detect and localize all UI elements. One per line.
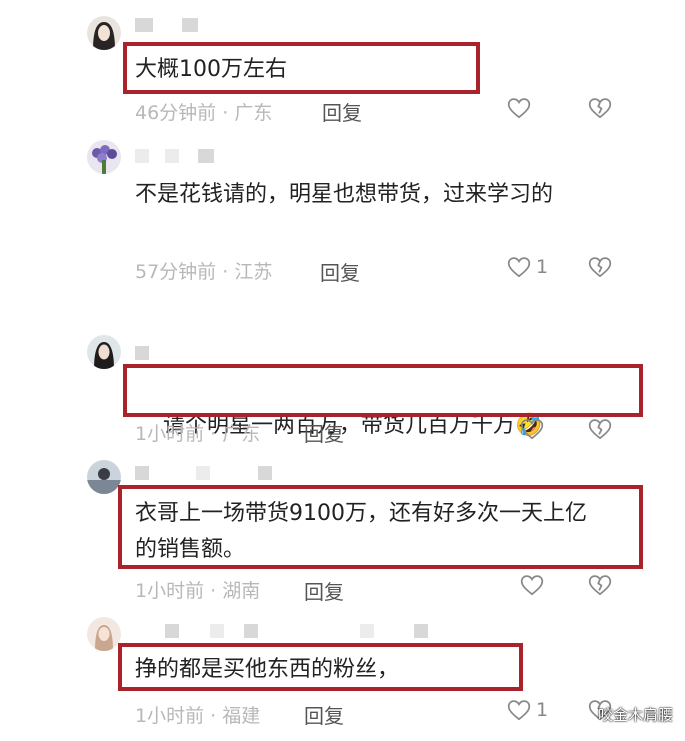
- dislike-button[interactable]: [587, 572, 613, 598]
- watermark: 咬金木肩腰: [597, 706, 673, 724]
- username-blurred: [244, 624, 258, 638]
- broken-heart-icon: [588, 575, 612, 596]
- heart-icon: [520, 575, 544, 596]
- username-blurred: [135, 18, 153, 32]
- username-blurred: [135, 149, 149, 163]
- highlight-box: [118, 643, 523, 691]
- heart-icon: [520, 419, 544, 440]
- username-blurred: [360, 624, 374, 638]
- heart-icon: [507, 700, 531, 721]
- broken-heart-icon: [588, 257, 612, 278]
- username-blurred: [135, 346, 149, 360]
- username-blurred: [165, 149, 179, 163]
- comment-meta: 57分钟前 · 江苏: [135, 261, 273, 283]
- highlight-box: [123, 42, 480, 94]
- highlight-box: [118, 485, 643, 569]
- comment-meta: 1小时前 · 湖南: [135, 580, 261, 602]
- avatar[interactable]: [87, 460, 121, 494]
- comment-meta: 1小时前 · 福建: [135, 705, 261, 727]
- username-blurred: [182, 18, 198, 32]
- comment-text: 不是花钱请的，明星也想带货，过来学习的: [135, 182, 554, 207]
- broken-heart-icon: [588, 98, 612, 119]
- reply-button[interactable]: 回复: [304, 576, 344, 605]
- like-button[interactable]: 1: [506, 254, 548, 280]
- dislike-button[interactable]: [587, 95, 613, 121]
- avatar[interactable]: [87, 617, 121, 651]
- username-blurred: [196, 466, 210, 480]
- dislike-button[interactable]: [587, 254, 613, 280]
- like-button[interactable]: 1: [506, 697, 548, 723]
- username-blurred: [258, 466, 272, 480]
- avatar[interactable]: [87, 140, 121, 174]
- reply-button[interactable]: 回复: [322, 97, 362, 126]
- highlight-box: [123, 364, 643, 417]
- reply-button[interactable]: 回复: [304, 418, 344, 447]
- comment-meta: 1小时前 · 广东: [135, 423, 261, 445]
- reply-button[interactable]: 回复: [304, 700, 344, 729]
- heart-icon: [507, 257, 531, 278]
- username-blurred: [210, 624, 224, 638]
- avatar[interactable]: [87, 335, 121, 369]
- like-count: 1: [536, 256, 549, 278]
- dislike-button[interactable]: [587, 416, 613, 442]
- like-count: 1: [536, 699, 549, 721]
- like-button[interactable]: [506, 95, 536, 121]
- comment-meta: 46分钟前 · 广东: [135, 102, 273, 124]
- like-button[interactable]: [519, 572, 549, 598]
- username-blurred: [135, 466, 149, 480]
- username-blurred: [414, 624, 428, 638]
- broken-heart-icon: [588, 419, 612, 440]
- username-blurred: [198, 149, 214, 163]
- heart-icon: [507, 98, 531, 119]
- like-button[interactable]: [519, 416, 549, 442]
- avatar[interactable]: [87, 16, 121, 50]
- username-blurred: [165, 624, 179, 638]
- reply-button[interactable]: 回复: [320, 257, 360, 286]
